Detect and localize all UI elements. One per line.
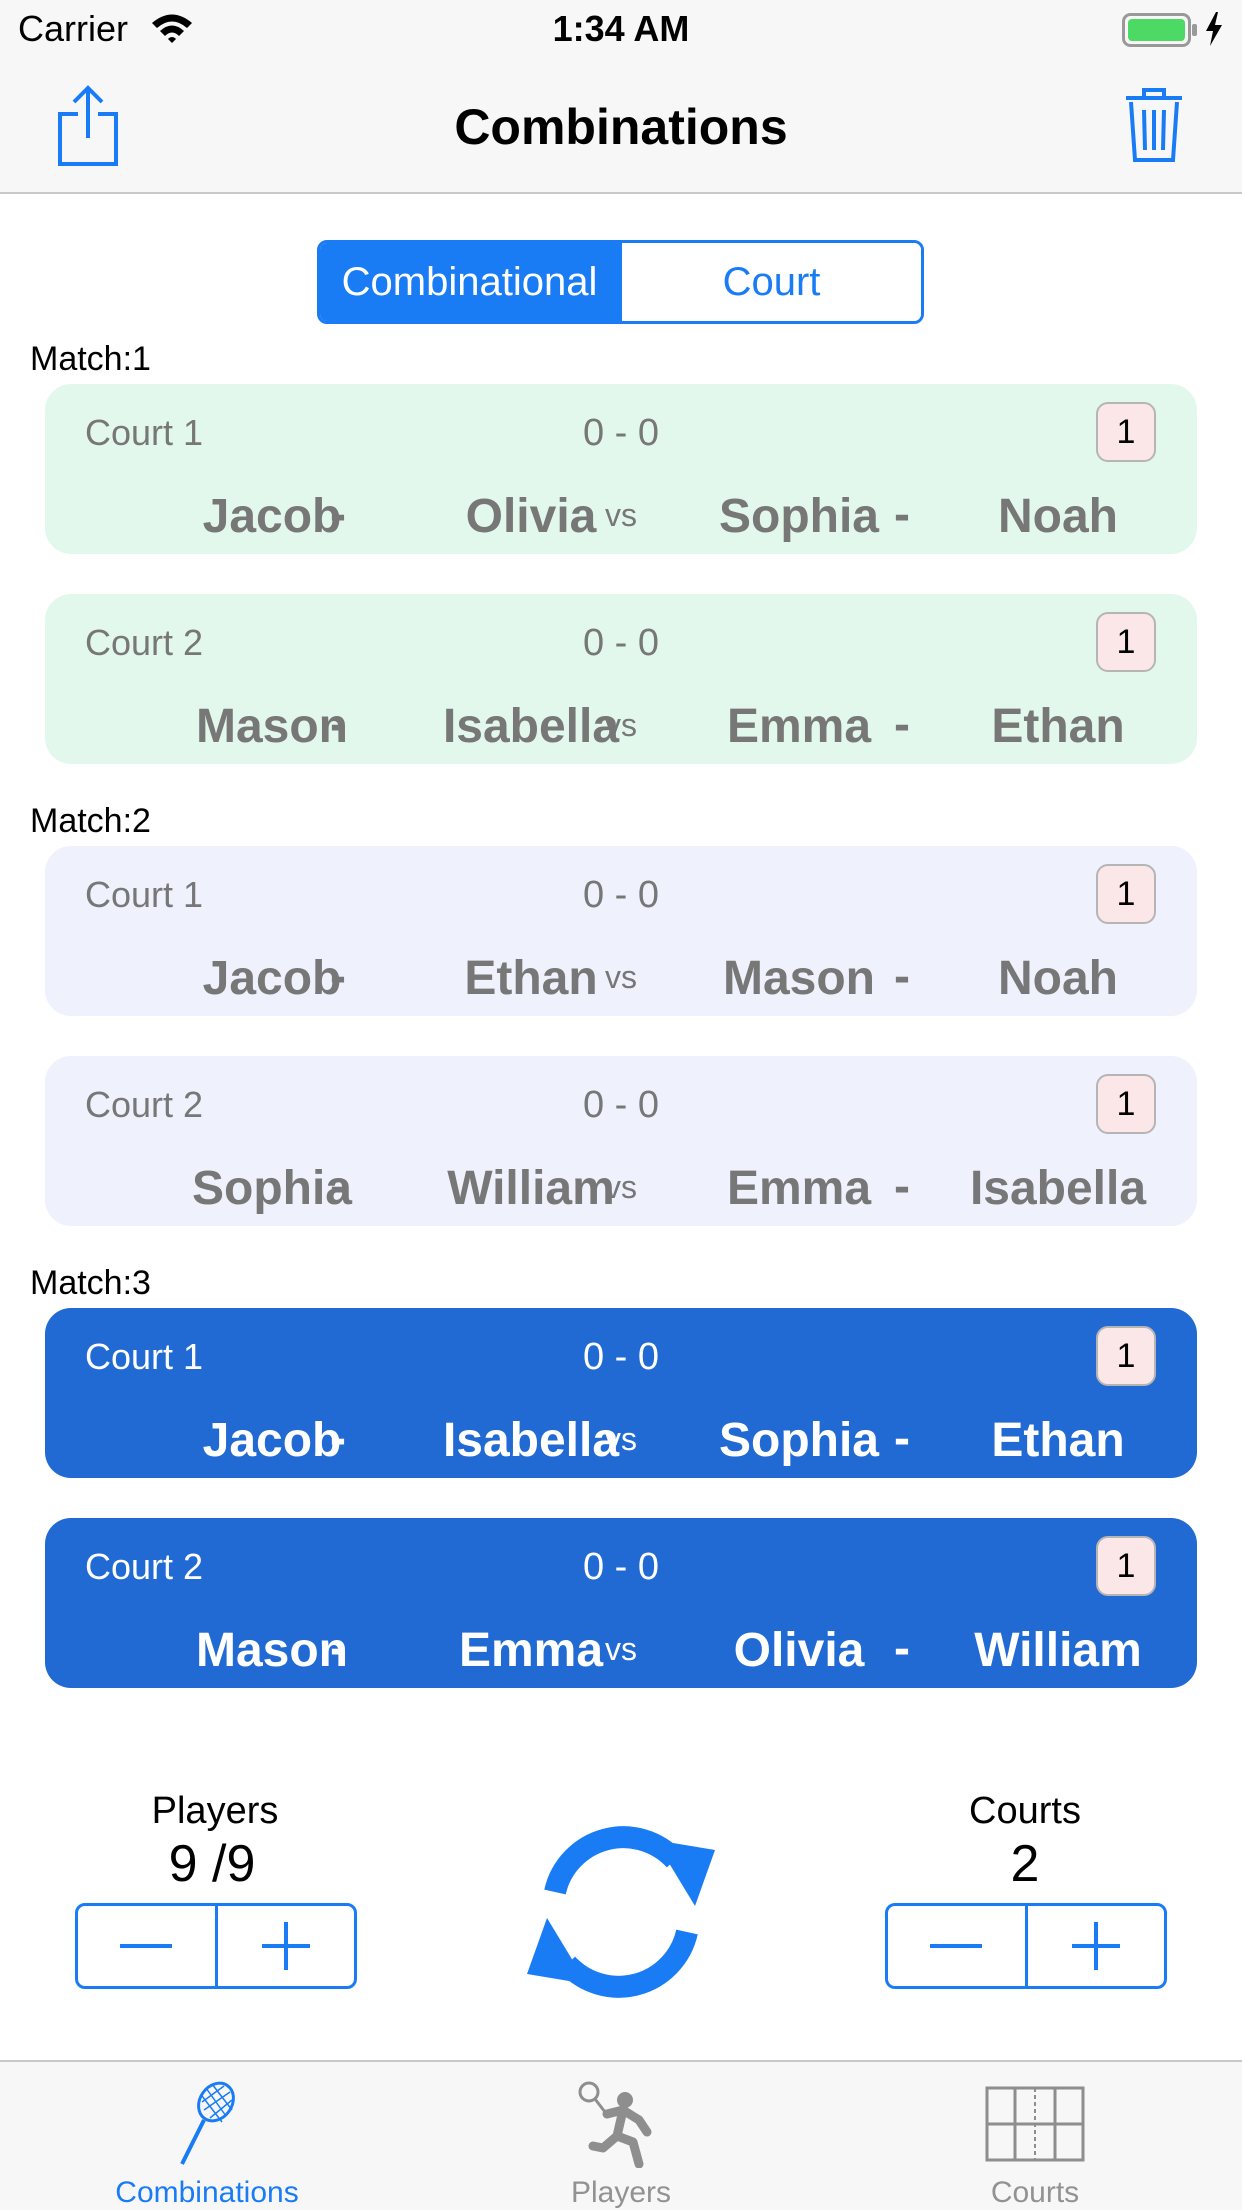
courts-stepper [885,1903,1167,1989]
player-name: Noah [998,952,1118,1005]
court-icon [985,2086,1085,2162]
players-stepper [75,1903,357,1989]
score: 0 - 0 [582,1084,660,1126]
clock: 1:34 AM [552,8,690,49]
player-name: Ethan [991,1414,1125,1467]
match-label: Match:2 [30,802,151,840]
player-name: Jacob [202,952,342,1005]
match-card[interactable]: Court 1 0 - 0 1 Jacob - Ethan vs Mason -… [45,846,1197,1016]
team-separator: - [894,950,910,1003]
team-separator: - [894,488,910,541]
player-icon [578,2081,652,2168]
segment-court[interactable]: Court [619,243,921,321]
courts-label: Courts [969,1790,1081,1832]
count-badge[interactable]: 1 [1096,864,1156,924]
versus-label: vs [605,959,637,995]
tab-courts[interactable]: Courts [828,2062,1242,2210]
match-card[interactable]: Court 2 0 - 0 1 Mason - Isabella vs Emma… [45,594,1197,764]
score: 0 - 0 [582,412,660,454]
team-separator: - [330,1412,346,1465]
count-badge[interactable]: 1 [1096,402,1156,462]
team-separator: - [894,698,910,751]
player-name: Ethan [991,700,1125,753]
match-label: Match:1 [30,340,151,378]
player-name: Jacob [202,1414,342,1467]
navigation-bar: Combinations [0,62,1242,194]
trash-icon[interactable] [1124,86,1184,164]
team-separator: - [330,698,346,751]
team-separator: - [330,1160,346,1213]
match-card[interactable]: Court 2 0 - 0 1 Mason - Emma vs Olivia -… [45,1518,1197,1688]
player-name: Sophia [191,1162,352,1215]
versus-label: vs [605,707,637,743]
score: 0 - 0 [582,874,660,916]
courts-count: 2 [1010,1835,1040,1893]
players-count: 9 /9 [168,1835,256,1893]
match-card[interactable]: Court 2 0 - 0 1 Sophia - William vs Emma… [45,1056,1197,1226]
versus-label: vs [605,1169,637,1205]
segment-combinational[interactable]: Combinational [320,243,619,321]
player-name: Mason [195,700,348,753]
plus-icon [1071,1922,1120,1970]
mode-segmented-control: Combinational Court [317,240,924,324]
minus-icon [120,1944,173,1948]
player-name: William [974,1624,1142,1677]
player-name: Isabella [969,1162,1147,1215]
team-separator: - [330,488,346,541]
tab-combinations[interactable]: Combinations [0,2062,414,2210]
match-label: Match:3 [30,1264,151,1302]
player-name: Noah [998,490,1118,543]
team-separator: - [330,950,346,1003]
players-increment-button[interactable] [214,1906,355,1986]
match-card[interactable]: Court 1 0 - 0 1 Jacob - Isabella vs Soph… [45,1308,1197,1478]
player-name: Mason [195,1624,348,1677]
tab-players[interactable]: Players [414,2062,828,2210]
count-badge[interactable]: 1 [1096,1326,1156,1386]
team-separator: - [894,1160,910,1213]
versus-label: vs [605,1631,637,1667]
players-label: Players [151,1790,279,1832]
refresh-icon[interactable] [525,1820,717,2004]
count-badge[interactable]: 1 [1096,1536,1156,1596]
plus-icon [261,1922,310,1970]
player-name: Jacob [202,490,342,543]
courts-decrement-button[interactable] [888,1906,1025,1986]
courts-increment-button[interactable] [1024,1906,1165,1986]
tab-bar: Combinations Players Courts [0,2060,1242,2210]
count-badge[interactable]: 1 [1096,1074,1156,1134]
players-decrement-button[interactable] [78,1906,215,1986]
racket-icon [180,2081,235,2165]
score: 0 - 0 [582,622,660,664]
tab-label: Courts [990,2176,1080,2209]
score: 0 - 0 [582,1546,660,1588]
team-separator: - [330,1622,346,1675]
score: 0 - 0 [582,1336,660,1378]
tab-label: Players [570,2176,672,2209]
tab-label: Combinations [115,2176,299,2209]
page-title: Combinations [454,99,788,155]
count-badge[interactable]: 1 [1096,612,1156,672]
team-separator: - [894,1622,910,1675]
minus-icon [930,1944,983,1948]
versus-label: vs [605,1421,637,1457]
versus-label: vs [605,497,637,533]
team-separator: - [894,1412,910,1465]
match-card[interactable]: Court 1 0 - 0 1 Jacob - Olivia vs Sophia… [45,384,1197,554]
status-bar: Carrier 1:34 AM [0,0,1242,62]
charging-icon [1206,12,1222,46]
battery-icon [1122,13,1197,47]
